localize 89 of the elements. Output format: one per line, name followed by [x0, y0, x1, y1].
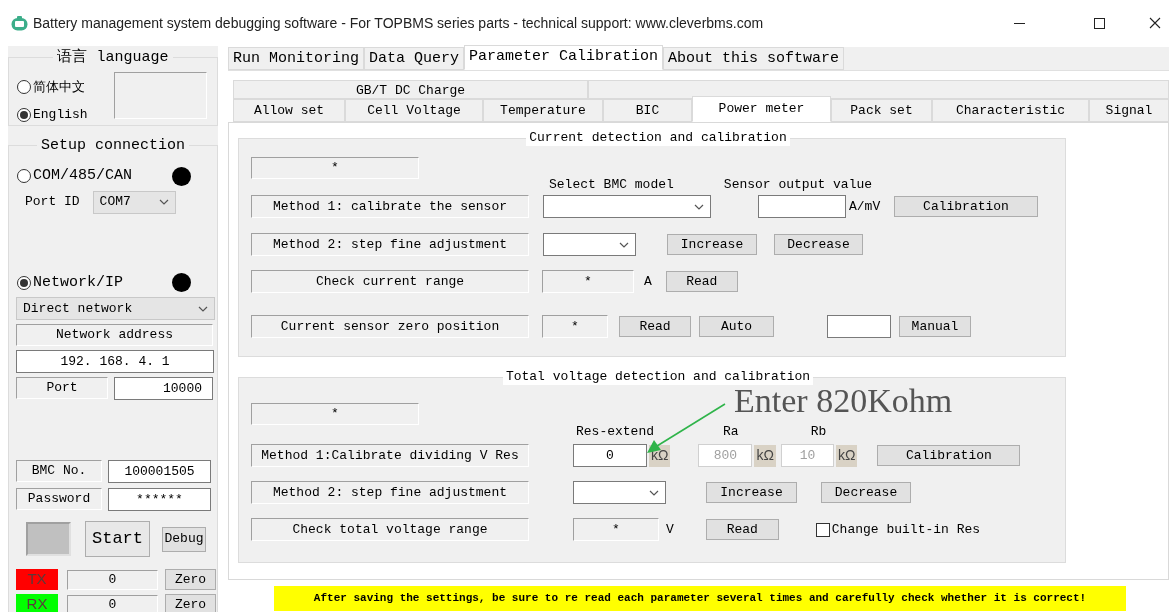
increase-button[interactable]: Increase: [706, 482, 797, 503]
password-field[interactable]: ******: [108, 488, 211, 511]
field-label: Network address: [16, 324, 213, 346]
notice-banner: After saving the settings, be sure to re read each parameter several times and carefully check whether it is correct!: [274, 586, 1126, 611]
column-header: Res-extend: [576, 422, 654, 441]
value-display: *: [542, 315, 608, 338]
radio-option[interactable]: COM/485/CAN: [17, 165, 133, 188]
chevron-icon: [619, 241, 629, 248]
field-label: Method 1: calibrate the sensor: [251, 195, 529, 218]
tab[interactable]: About this software: [663, 47, 845, 70]
unit-label: A: [644, 272, 652, 291]
manual-button[interactable]: Manual: [899, 316, 971, 337]
chevron-icon: [649, 489, 659, 496]
column-header: Rb: [810, 422, 827, 441]
read-button[interactable]: Read: [705, 519, 779, 540]
status-display: *: [251, 403, 419, 425]
counter-value: 0: [67, 569, 158, 590]
counter-value: 0: [67, 594, 158, 612]
input-field[interactable]: 0: [573, 444, 647, 467]
counter-label: RX: [16, 594, 58, 612]
debug-button[interactable]: Debug: [162, 526, 206, 552]
window-title: Battery management system debugging software - For TOPBMS series parts - technical support: www.cleverbms.com: [33, 13, 764, 33]
maximize-icon[interactable]: [1094, 17, 1105, 29]
port-field[interactable]: 10000: [114, 377, 213, 400]
group-title: Total voltage detection and calibration: [502, 369, 814, 385]
tab[interactable]: Parameter Calibration: [464, 45, 664, 70]
dropdown[interactable]: COM7: [92, 190, 176, 214]
chevron-icon: [158, 199, 169, 205]
auto-button[interactable]: Auto: [699, 316, 774, 337]
chevron-icon: [198, 305, 208, 312]
calibration-button[interactable]: Calibration: [894, 196, 1038, 217]
read-button[interactable]: Read: [665, 271, 738, 292]
column-header: Sensor output value: [723, 175, 873, 194]
radio-option[interactable]: English: [17, 105, 88, 125]
input-field[interactable]: [758, 195, 846, 218]
decrease-button[interactable]: Decrease: [821, 482, 911, 503]
status-display: *: [251, 157, 419, 179]
unit-label: kΩ: [754, 444, 776, 467]
dropdown[interactable]: Direct network: [16, 297, 215, 320]
tab[interactable]: Allow set: [233, 99, 345, 122]
counter-label: TX: [16, 569, 58, 590]
tab[interactable]: Run Monitoring: [228, 47, 365, 70]
decrease-button[interactable]: Decrease: [774, 234, 863, 255]
tab[interactable]: Cell Voltage: [345, 99, 483, 122]
calibration-button[interactable]: Calibration: [877, 445, 1021, 466]
status-lamp: [26, 522, 71, 556]
close-icon[interactable]: [1149, 17, 1161, 29]
bmc-number-field[interactable]: 100001505: [108, 460, 211, 483]
field-label: Check current range: [251, 270, 529, 293]
read-button[interactable]: Read: [619, 316, 691, 337]
checkbox[interactable]: Change built-in Res: [815, 519, 981, 540]
radio-option[interactable]: 简体中文: [17, 77, 88, 97]
group-title: Current detection and calibration: [526, 130, 790, 146]
field-label: Method 2: step fine adjustment: [251, 233, 529, 256]
field-label: Port: [16, 377, 108, 399]
tab[interactable]: GB/T DC Charge: [233, 80, 588, 99]
chevron-icon: [694, 203, 704, 210]
increase-button[interactable]: Increase: [667, 234, 757, 255]
field-label: Password: [16, 488, 102, 510]
start-button[interactable]: Start: [85, 521, 150, 557]
port-id-label: Port ID: [25, 193, 80, 212]
dropdown[interactable]: [543, 195, 711, 218]
zero-button[interactable]: Zero: [165, 569, 216, 590]
column-header: Select BMC model: [549, 175, 674, 194]
field-label: BMC No.: [16, 460, 102, 482]
tab[interactable]: Temperature: [483, 99, 603, 122]
field-label: Method 2: step fine adjustment: [251, 481, 529, 504]
dropdown[interactable]: [573, 481, 666, 504]
tab[interactable]: BIC: [603, 99, 692, 122]
tab[interactable]: Signal: [1089, 99, 1169, 122]
unit-label: V: [666, 520, 674, 539]
tab[interactable]: Power meter: [692, 96, 831, 122]
address-field[interactable]: 192. 168. 4. 1: [16, 350, 214, 373]
field-label: Method 1:Calibrate dividing V Res: [251, 444, 529, 467]
input-field[interactable]: [827, 315, 891, 338]
column-header: Ra: [723, 422, 739, 441]
field-label: Check total voltage range: [251, 518, 529, 541]
value-display: *: [573, 518, 659, 541]
zero-button[interactable]: Zero: [165, 594, 216, 612]
dropdown[interactable]: [543, 233, 636, 256]
unit-label: kΩ: [835, 444, 858, 467]
unit-label: A/mV: [849, 197, 882, 216]
app-icon: [11, 15, 28, 31]
tab[interactable]: Pack set: [831, 99, 932, 122]
tab[interactable]: Data Query: [364, 47, 465, 70]
value-display: *: [542, 270, 634, 293]
tab[interactable]: Characteristic: [932, 99, 1089, 122]
radio-option[interactable]: Network/IP: [17, 271, 123, 294]
field-label: Current sensor zero position: [251, 315, 529, 338]
